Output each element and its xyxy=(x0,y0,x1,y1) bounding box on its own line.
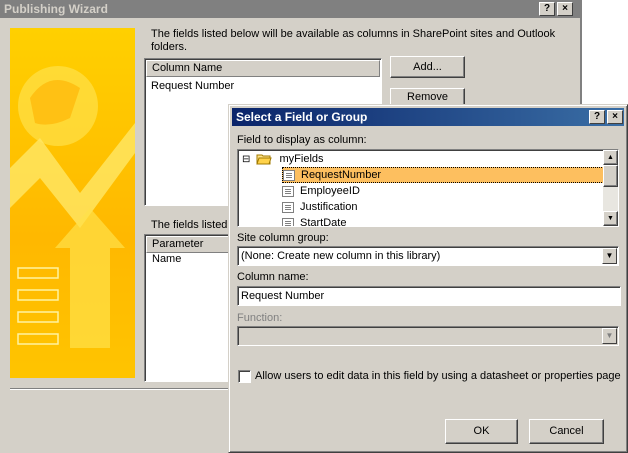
chevron-down-icon: ▼ xyxy=(602,328,617,344)
tree-item-employeeid[interactable]: EmployeeID xyxy=(282,183,360,199)
function-label: Function: xyxy=(237,312,283,324)
dialog-title: Select a Field or Group xyxy=(236,110,368,124)
dialog-title-bar: Select a Field or Group ? × xyxy=(232,108,624,126)
field-icon xyxy=(282,185,294,197)
tree-item-label: RequestNumber xyxy=(301,169,382,181)
tree-root-myfields[interactable]: ⊟ myFields xyxy=(242,151,324,167)
function-select: ▼ xyxy=(237,326,619,346)
wizard-title-bar: Publishing Wizard ? × xyxy=(0,0,580,18)
tree-item-startdate[interactable]: StartDate xyxy=(282,215,347,227)
parameters-list[interactable]: Parameter Name xyxy=(144,234,236,382)
dialog-close-button[interactable]: × xyxy=(607,110,623,124)
tree-item-requestnumber[interactable]: RequestNumber xyxy=(282,167,612,183)
cancel-button[interactable]: Cancel xyxy=(529,419,604,444)
field-icon xyxy=(282,201,294,213)
tree-root-label: myFields xyxy=(279,153,324,165)
tree-item-label: EmployeeID xyxy=(300,185,360,197)
ok-button[interactable]: OK xyxy=(445,419,518,444)
tree-item-label: StartDate xyxy=(300,217,347,227)
select-field-dialog: Select a Field or Group ? × Field to dis… xyxy=(228,104,628,453)
params-intro-text: The fields listed xyxy=(151,219,228,231)
field-icon xyxy=(283,169,295,181)
wizard-title: Publishing Wizard xyxy=(4,2,108,16)
site-column-group-select[interactable]: (None: Create new column in this library… xyxy=(237,246,619,266)
column-name-header[interactable]: Column Name xyxy=(146,60,380,77)
column-name-value: Request Number xyxy=(241,290,325,302)
site-column-group-label: Site column group: xyxy=(237,232,329,244)
field-to-display-label: Field to display as column: xyxy=(237,134,367,146)
site-column-group-value: (None: Create new column in this library… xyxy=(241,250,441,262)
wizard-help-button[interactable]: ? xyxy=(539,2,555,16)
column-name-input[interactable]: Request Number xyxy=(237,286,621,306)
folder-open-icon xyxy=(256,154,273,165)
parameter-name-header[interactable]: Parameter Name xyxy=(146,236,236,265)
field-icon xyxy=(282,217,294,226)
add-button[interactable]: Add... xyxy=(390,56,465,78)
tree-collapse-icon[interactable]: ⊟ xyxy=(242,154,250,165)
tree-item-label: Justification xyxy=(300,201,358,213)
column-item-request-number[interactable]: Request Number xyxy=(151,80,234,92)
scroll-down-arrow-icon[interactable]: ▼ xyxy=(603,211,618,226)
tree-scrollbar[interactable]: ▲ ▼ xyxy=(603,150,618,226)
chevron-down-icon[interactable]: ▼ xyxy=(602,248,617,264)
column-name-label: Column name: xyxy=(237,271,309,283)
wizard-close-button[interactable]: × xyxy=(557,2,573,16)
allow-edit-checkbox[interactable] xyxy=(238,370,251,383)
allow-edit-checkbox-label[interactable]: Allow users to edit data in this field b… xyxy=(255,370,621,382)
tree-item-justification[interactable]: Justification xyxy=(282,199,357,215)
field-tree-view[interactable]: ⊟ myFields RequestNumber EmployeeID Just… xyxy=(237,149,619,227)
dialog-help-button[interactable]: ? xyxy=(589,110,605,124)
scroll-up-arrow-icon[interactable]: ▲ xyxy=(603,150,618,165)
scroll-thumb[interactable] xyxy=(603,165,618,187)
wizard-intro-text: The fields listed below will be availabl… xyxy=(151,28,556,53)
wizard-art-graphic xyxy=(10,66,135,348)
wizard-banner-art xyxy=(10,28,135,378)
